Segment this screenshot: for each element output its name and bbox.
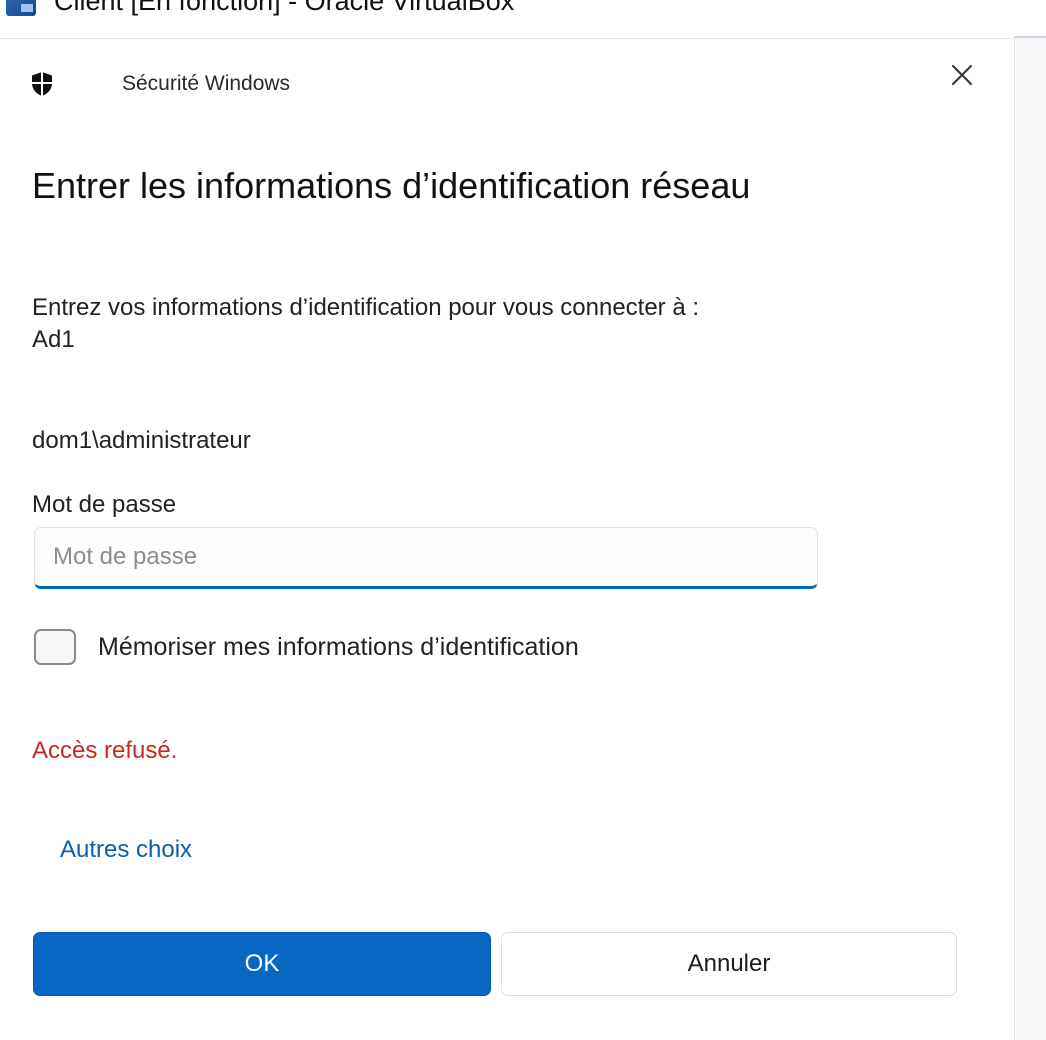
close-icon [952, 65, 972, 85]
remember-label: Mémoriser mes informations d’identificat… [98, 632, 579, 661]
password-input[interactable] [34, 527, 818, 589]
ok-button[interactable]: OK [33, 932, 491, 996]
close-button[interactable] [944, 57, 980, 93]
target-server: Ad1 [32, 326, 75, 353]
cancel-button[interactable]: Annuler [501, 932, 957, 996]
username-display: dom1\administrateur [32, 427, 251, 454]
credential-dialog: Sécurité Windows Entrer les informations… [0, 39, 1013, 1040]
shield-icon [32, 72, 52, 96]
virtualbox-icon [6, 0, 36, 16]
dialog-header: Sécurité Windows [30, 71, 290, 97]
remember-checkbox[interactable] [34, 629, 76, 665]
vm-window-title: Client [En fonction] - Oracle VirtualBox [54, 0, 515, 16]
app-name: Sécurité Windows [122, 72, 291, 95]
remember-credentials-option[interactable]: Mémoriser mes informations d’identificat… [34, 629, 579, 665]
vm-background-strip [1014, 38, 1046, 1040]
vm-window-titlebar: Client [En fonction] - Oracle VirtualBox [0, 0, 1046, 18]
more-choices-link[interactable]: Autres choix [60, 836, 192, 864]
instructions-text: Entrez vos informations d’identification… [32, 294, 700, 321]
error-message: Accès refusé. [32, 737, 178, 764]
dialog-title: Entrer les informations d’identification… [32, 165, 751, 206]
password-label: Mot de passe [32, 491, 177, 518]
instructions: Entrez vos informations d’identification… [32, 292, 972, 356]
